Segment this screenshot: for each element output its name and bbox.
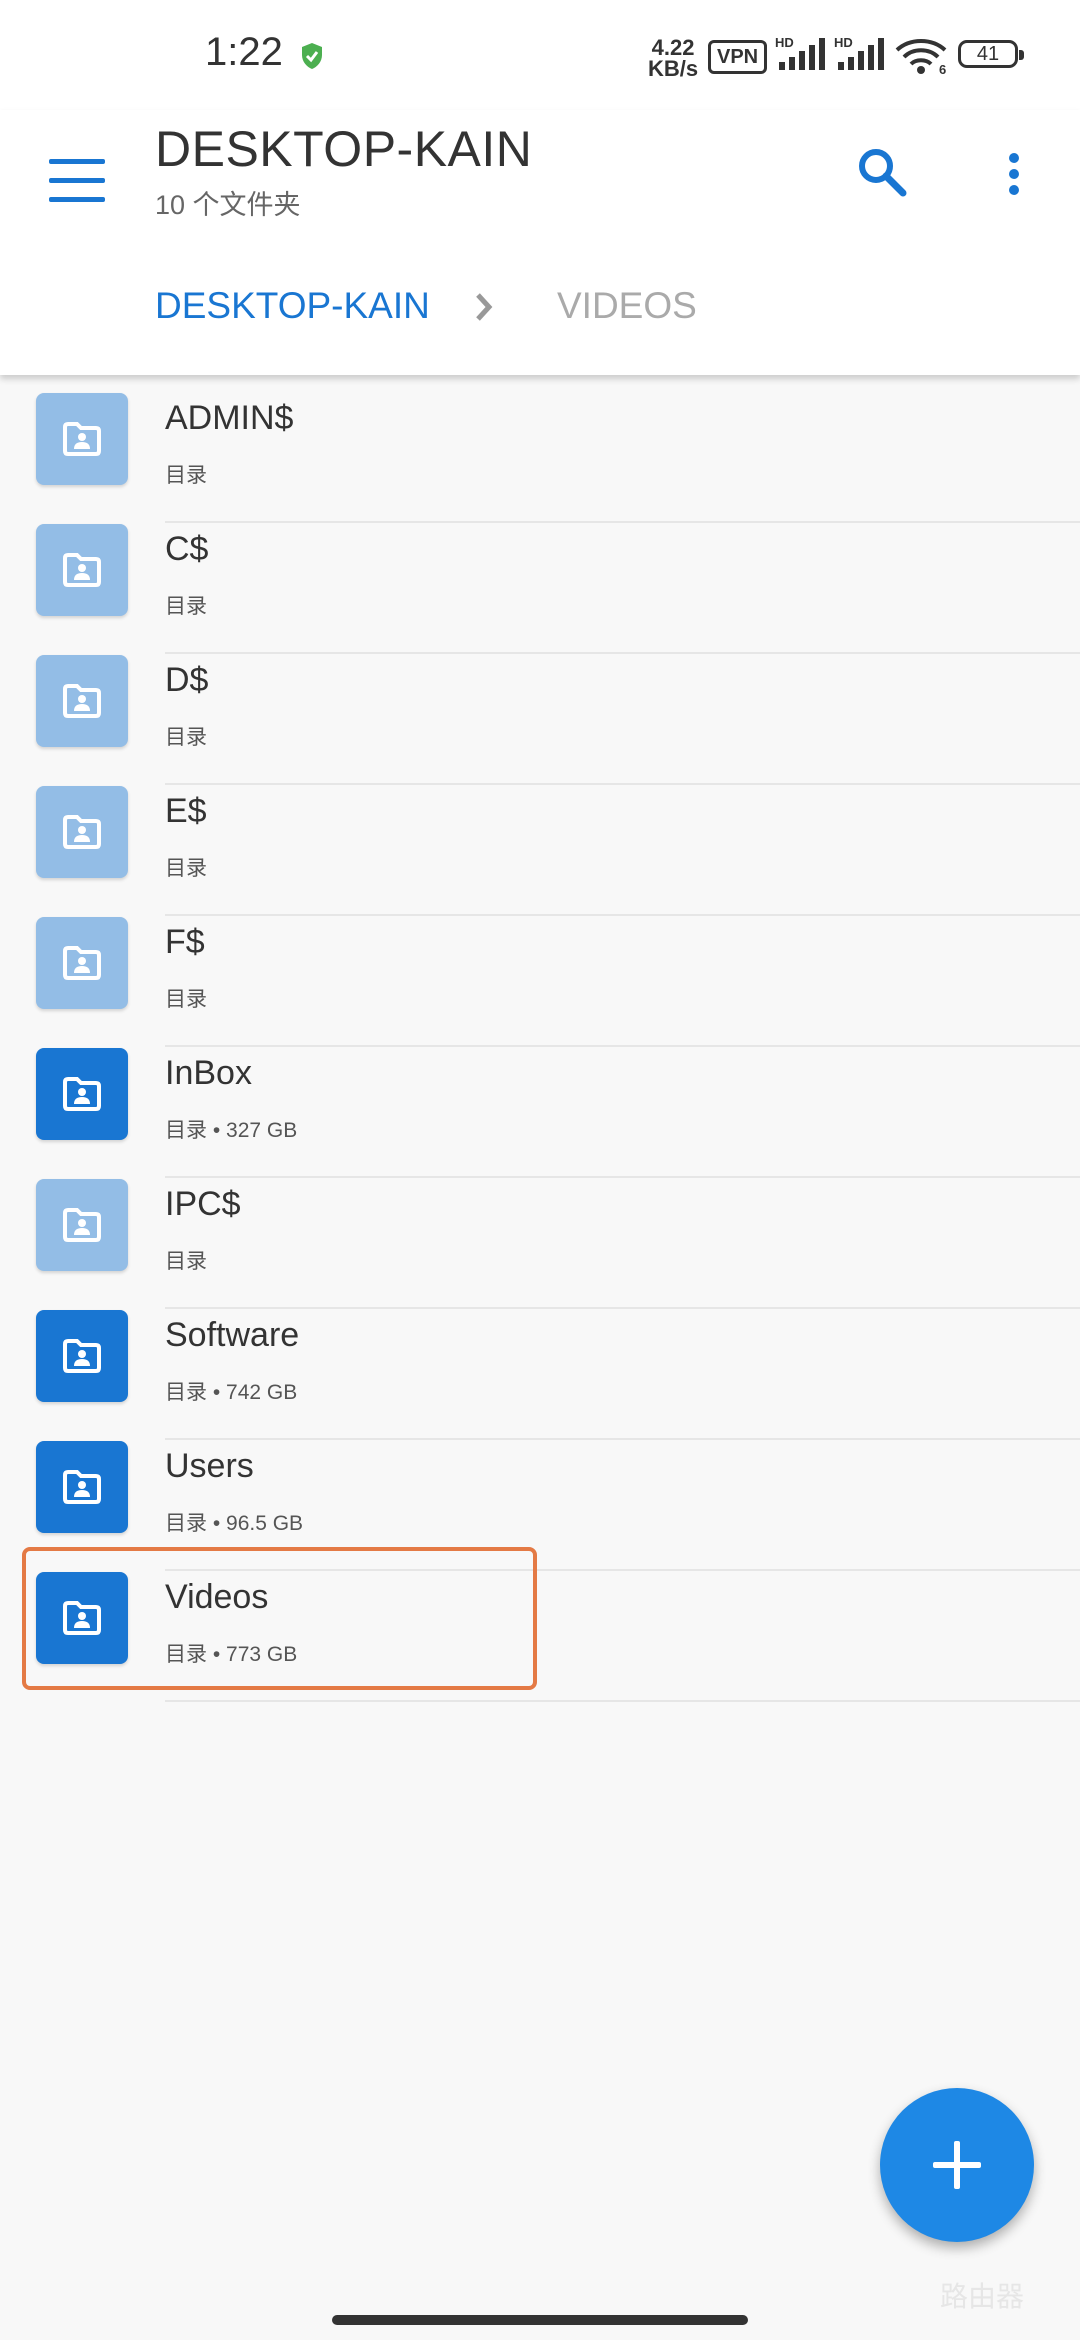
svg-text:HD: HD: [834, 36, 853, 50]
highlight-box: [22, 1547, 537, 1690]
folder-shared-icon: [36, 393, 128, 485]
folder-name: C$: [165, 530, 209, 568]
divider: [165, 652, 1080, 654]
folder-row[interactable]: InBox 目录 • 327 GB: [0, 1048, 1080, 1179]
divider: [165, 1438, 1080, 1440]
battery-indicator: 41: [958, 40, 1024, 68]
folder-name: IPC$: [165, 1185, 241, 1223]
search-icon: [859, 149, 907, 197]
folder-name: D$: [165, 661, 209, 699]
folder-name: F$: [165, 923, 205, 961]
divider: [165, 783, 1080, 785]
folder-name: Software: [165, 1316, 300, 1354]
breadcrumb-item-root[interactable]: DESKTOP-KAIN: [155, 285, 430, 327]
app-bar: DESKTOP-KAIN 10 个文件夹 DESKTOP-KAIN VIDEOS: [0, 110, 1080, 375]
folder-row[interactable]: Software 目录 • 742 GB: [0, 1310, 1080, 1441]
svg-text:6: 6: [939, 62, 946, 74]
folder-row[interactable]: IPC$ 目录: [0, 1179, 1080, 1310]
folder-detail: 目录: [165, 464, 207, 487]
folder-count: 10 个文件夹: [155, 190, 301, 220]
folder-shared-icon: [36, 1048, 128, 1140]
folder-detail: 目录 • 96.5 GB: [165, 1512, 304, 1535]
folder-detail: 目录 • 742 GB: [165, 1381, 298, 1404]
network-speed: 4.22 KB/s: [648, 35, 699, 81]
folder-row[interactable]: E$ 目录: [0, 786, 1080, 917]
divider: [165, 1045, 1080, 1047]
signal-strength-icon: HD: [775, 36, 825, 70]
folder-detail: 目录 • 327 GB: [165, 1119, 298, 1142]
vpn-badge: VPN: [708, 40, 768, 74]
gesture-nav-handle[interactable]: [332, 2315, 748, 2325]
more-vert-icon: [1009, 153, 1019, 163]
folder-shared-icon: [36, 917, 128, 1009]
folder-name: E$: [165, 792, 207, 830]
divider: [165, 914, 1080, 916]
folder-shared-icon: [36, 655, 128, 747]
folder-name: InBox: [165, 1054, 252, 1092]
divider: [165, 521, 1080, 523]
divider: [165, 1307, 1080, 1309]
folder-detail: 目录: [165, 1250, 207, 1273]
search-button[interactable]: [848, 138, 918, 208]
menu-button[interactable]: [42, 145, 112, 215]
folder-name: Users: [165, 1447, 254, 1485]
security-shield-icon: [302, 43, 322, 69]
menu-icon: [49, 159, 105, 164]
folder-row[interactable]: ADMIN$ 目录: [0, 393, 1080, 524]
folder-shared-icon: [36, 524, 128, 616]
folder-name: ADMIN$: [165, 399, 294, 437]
divider: [165, 1176, 1080, 1178]
status-time: 1:22: [205, 30, 283, 74]
chevron-right-icon: [476, 293, 493, 321]
more-options-button[interactable]: [990, 138, 1038, 208]
breadcrumb-item-current[interactable]: VIDEOS: [557, 285, 697, 327]
folder-detail: 目录: [165, 726, 207, 749]
folder-shared-icon: [36, 786, 128, 878]
signal-strength-icon: HD: [834, 36, 884, 70]
divider: [165, 1700, 1080, 1702]
folder-shared-icon: [36, 1310, 128, 1402]
status-bar: 1:22 4.22 KB/s VPN HD HD 6 41: [0, 0, 1080, 110]
folder-detail: 目录: [165, 988, 207, 1011]
folder-row[interactable]: F$ 目录: [0, 917, 1080, 1048]
wifi-icon: 6: [895, 39, 947, 74]
page-title: DESKTOP-KAIN: [155, 121, 533, 177]
svg-text:HD: HD: [775, 36, 794, 50]
folder-shared-icon: [36, 1441, 128, 1533]
folder-row[interactable]: D$ 目录: [0, 655, 1080, 786]
folder-detail: 目录: [165, 595, 207, 618]
folder-shared-icon: [36, 1179, 128, 1271]
folder-row[interactable]: C$ 目录: [0, 524, 1080, 655]
watermark: 路由器: [940, 2281, 1025, 2312]
folder-detail: 目录: [165, 857, 207, 880]
add-button[interactable]: [880, 2088, 1034, 2242]
folder-list: ADMIN$ 目录 C$ 目录 D$ 目录 E$ 目录 F$ 目录 InBox …: [0, 393, 1080, 1703]
